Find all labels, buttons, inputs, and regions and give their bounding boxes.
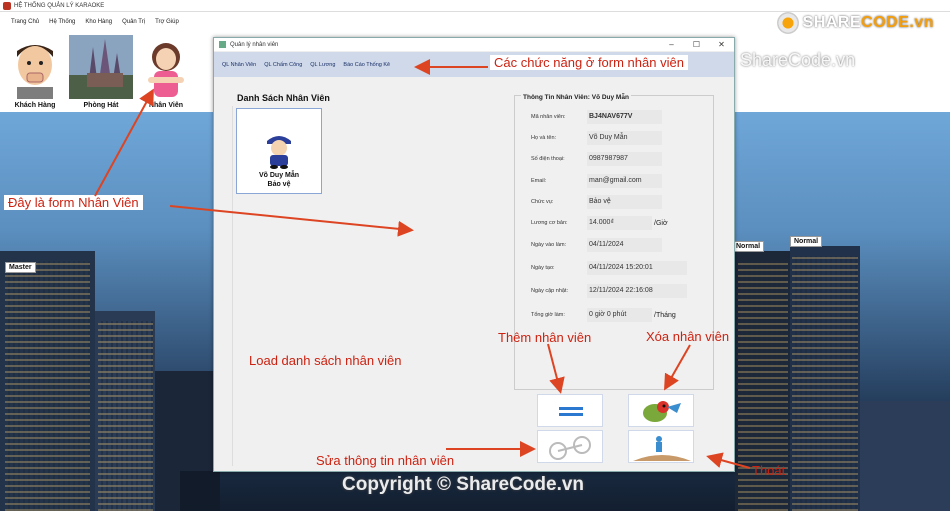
updated-date-field[interactable]: 12/11/2024 22:16:08 [587,284,687,298]
runner-icon [633,436,691,461]
close-button[interactable]: ✕ [709,40,734,49]
room-tag-master[interactable]: Master [5,262,36,273]
employee-list-title: Danh Sách Nhân Viên [237,93,330,103]
menu-quan-tri[interactable]: Quản Trị [117,19,150,25]
annotation-add: Thêm nhân viên [498,330,592,345]
maximize-button[interactable]: ☐ [684,40,709,49]
delete-employee-button[interactable] [628,394,694,427]
field-ho-ten: Họ và tên: Võ Duy Mẫn [531,131,662,145]
employee-card-role: Bảo vệ [267,181,291,188]
salary-suffix: /Giờ [654,219,668,227]
annotation-functions: Các chức năng ở form nhân viên [490,55,688,70]
field-so-dien-thoai: Số điện thoại: 0987987987 [531,152,662,166]
logo-mark-icon [776,12,799,34]
tile-khach-hang[interactable]: Khách Hàng [3,35,67,112]
field-email: Email: man@gmail.com [531,174,662,188]
parrot-icon [643,401,681,422]
employee-icon [134,35,198,99]
employee-form-window: Quản lý nhân viên – ☐ ✕ QL Nhân Viên QL … [213,37,735,472]
menu-ql-luong[interactable]: QL Lương [306,62,339,68]
menu-bao-cao-thong-ke[interactable]: Báo Cáo Thống Kê [339,62,394,68]
form-icon [219,41,226,48]
tile-label: Nhân Viên [148,102,184,109]
email-field[interactable]: man@gmail.com [587,174,662,188]
base-salary-field[interactable]: 14.000₫ [587,216,652,230]
annotation-edit: Sửa thông tin nhân viên [316,453,455,468]
logo-text: SHARECODE.vn [802,14,934,31]
room-tag-normal[interactable]: Normal [732,241,765,252]
menu-ql-nhan-vien[interactable]: QL Nhân Viên [218,62,260,68]
app-titlebar: HỆ THỐNG QUẢN LÝ KARAOKE [0,0,950,12]
add-employee-button[interactable] [537,394,603,427]
watermark-bottom: Copyright © ShareCode.vn [342,474,585,495]
field-tong-gio-lam: Tổng giờ làm: 0 giờ 0 phút/Tháng [531,308,676,322]
field-ngay-vao-lam: Ngày vào làm: 04/11/2024 [531,238,662,252]
field-chuc-vu: Chức vụ: Bảo vệ [531,195,662,209]
menu-tro-giup[interactable]: Trợ Giúp [150,19,184,25]
hours-suffix: /Tháng [654,311,676,319]
bicycle-icon [549,436,591,460]
menu-ql-cham-cong[interactable]: QL Chấm Công [260,62,306,68]
menu-he-thong[interactable]: Hệ Thống [44,19,80,25]
annotation-form-label: Đây là form Nhân Viên [4,195,143,210]
tile-label: Khách Hàng [14,102,56,109]
exit-button[interactable] [628,430,694,463]
created-date-field[interactable]: 04/11/2024 15:20:01 [587,261,687,275]
guard-avatar-icon [267,136,291,169]
watermark-top: ShareCode.vn [740,50,856,70]
tile-label: Phòng Hát [83,102,119,109]
full-name-field[interactable]: Võ Duy Mẫn [587,131,662,145]
equals-icon [559,407,583,416]
annotation-exit: Thoát [752,463,786,478]
room-tag-normal[interactable]: Normal [790,236,823,247]
app-icon [3,1,11,10]
position-field[interactable]: Bảo vệ [587,195,662,209]
field-ngay-tao: Ngày tạo: 04/11/2024 15:20:01 [531,261,687,275]
castle-icon [69,35,133,99]
menu-trang-chu[interactable]: Trang Chủ [6,19,44,25]
minimize-button[interactable]: – [659,40,684,49]
edit-employee-button[interactable] [537,430,603,463]
phone-field[interactable]: 0987987987 [587,152,662,166]
menu-kho-hang[interactable]: Kho Hàng [80,19,117,25]
employee-card-name: Võ Duy Mẫn [258,172,300,179]
tile-phong-hat[interactable]: Phòng Hát [69,35,133,112]
sharecode-logo: SHARECODE.vn [776,12,934,34]
employee-id-value[interactable]: BJ4NAV677V [587,110,662,124]
start-date-field[interactable]: 04/11/2024 [587,238,662,252]
employee-info-panel: Thông Tin Nhân Viên: Võ Duy Mẫn Mã nhân … [514,94,714,390]
form-title: Quản lý nhân viên [230,41,279,48]
app-title: HỆ THỐNG QUẢN LÝ KARAOKE [14,2,105,9]
field-ma-nhan-vien: Mã nhân viên: BJ4NAV677V [531,110,662,124]
employee-info-title: Thông Tin Nhân Viên: Võ Duy Mẫn [521,94,631,101]
tile-nhan-vien[interactable]: Nhân Viên [134,35,198,112]
form-titlebar: Quản lý nhân viên – ☐ ✕ [214,38,734,52]
employee-card[interactable]: Võ Duy Mẫn Bảo vệ [236,108,322,194]
customer-icon [3,35,67,99]
field-luong-co-ban: Lương cơ bản: 14.000₫/Giờ [531,216,668,230]
annotation-load-list: Load danh sách nhân viên [249,353,402,368]
total-hours-field[interactable]: 0 giờ 0 phút [587,308,652,322]
field-ngay-cap-nhat: Ngày cập nhật: 12/11/2024 22:16:08 [531,284,687,298]
annotation-delete: Xóa nhân viên [646,329,730,344]
